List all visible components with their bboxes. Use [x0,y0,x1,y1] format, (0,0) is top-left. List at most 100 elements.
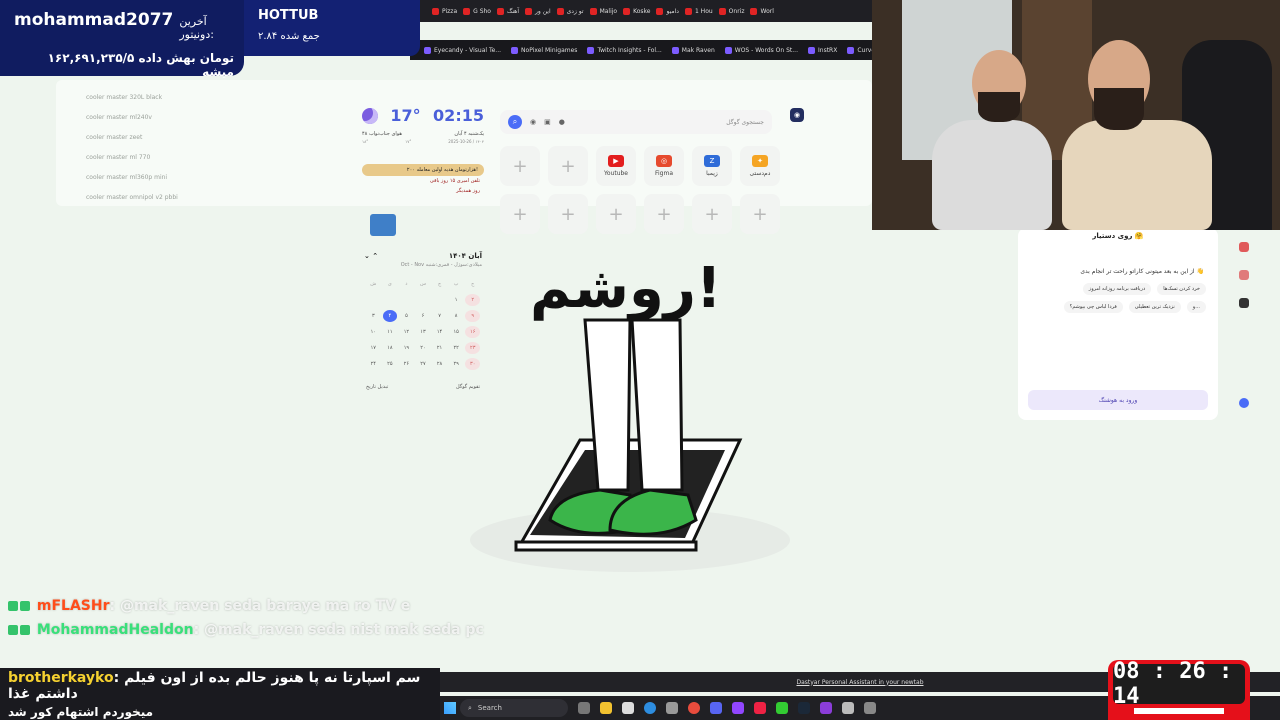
calendar-day[interactable]: ۱۱ [383,326,398,338]
add-shortcut-button[interactable]: + [500,194,540,234]
user-icon[interactable] [1239,398,1249,408]
eye-icon[interactable]: ◉ [790,108,804,122]
shortcut-tile[interactable]: ▶ Youtube [596,146,636,186]
browser-tab[interactable]: دامیو [656,7,679,15]
assistant-chip[interactable]: و... [1186,301,1206,313]
chat-text: میخوردم اشتهام کور شد [8,705,154,719]
calendar-day[interactable]: ۲۷ [416,358,431,370]
assistant-chip[interactable]: خرد کردن تسک‌ها [1157,283,1206,295]
search-bar[interactable]: ⌕ ◉ ▣ ● جستجوی گوگل [500,110,772,134]
obs-icon[interactable] [754,702,766,714]
calendar-nav[interactable]: ⌄ ⌃ [364,252,378,260]
bookmark-icon [424,46,431,54]
assistant-chip[interactable]: نزدیک ترین تعطیلی [1128,301,1181,313]
login-button[interactable]: ورود به هوشنگ [1028,390,1208,410]
bookmark-item[interactable]: WOS - Words On St... [724,46,798,54]
calendar-day[interactable]: ۲۸ [432,358,447,370]
chrome-icon[interactable] [688,702,700,714]
calendar-day[interactable]: ۷ [432,310,447,322]
calendar-day[interactable]: ۲۰ [416,342,431,354]
bookmark-label: WOS - Words On St... [734,46,798,54]
browser-tab[interactable]: Worl [750,7,774,15]
browser-tab[interactable]: Koske [623,7,650,15]
bookmark-label: Curve Fever Pro - 2... [857,46,872,54]
weather-max: ۱۷° [405,139,412,144]
game-icon[interactable] [1239,270,1249,280]
shortcut-tile[interactable]: ✦ دم‌دستی [740,146,780,186]
calendar-day[interactable]: ۳ [366,310,381,322]
assistant-chip[interactable]: دریافت برنامه روزانه امروز [1082,283,1152,295]
settings-icon[interactable] [666,702,678,714]
bookmark-item[interactable]: Mak Raven [671,46,715,54]
bookmark-item[interactable]: Twitch Insights - Fol... [587,46,662,54]
twitch-icon[interactable] [732,702,744,714]
bookmark-item[interactable]: Eyecandy - Visual Te... [424,46,501,54]
calendar-day[interactable]: ۶ [416,310,431,322]
add-shortcut-button[interactable]: + [692,194,732,234]
mic-icon[interactable]: ● [559,118,565,126]
bookmark-item[interactable]: Curve Fever Pro - 2... [847,46,872,54]
calendar-day[interactable]: ۴ [382,310,398,322]
edge-icon[interactable] [644,702,656,714]
event-pill[interactable]: ۲۰۰ هزارتومان هدیه اولین معامله! [362,164,484,176]
calendar-day[interactable]: ۲۱ [432,342,447,354]
calendar-day[interactable]: ۱۰ [366,326,381,338]
calendar-day[interactable]: ۱۳ [416,326,431,338]
browser-tab[interactable]: آهنگ [496,7,519,15]
taskbar-search[interactable]: ⌕ Search [460,699,568,717]
photos-icon[interactable] [842,702,854,714]
calendar-day[interactable]: ۱۲ [399,326,414,338]
calendar-day[interactable]: ۱۹ [399,342,414,354]
shortcut-label: زیمبا [706,170,718,177]
weather-widget: 17° 02:15 هوای جناب‌نواب ۴۸ یک‌شنبه ۴ آب… [356,100,490,236]
bookmark-item[interactable]: InstRX [808,46,837,54]
shortcut-tile[interactable]: ◎ Figma [644,146,684,186]
shortcut-tile[interactable]: Z زیمبا [692,146,732,186]
event-item[interactable]: تلفن امیری ۱۵ روز باقی [356,176,490,186]
calendar-day[interactable]: ۱۸ [383,342,398,354]
ghost-icon[interactable] [1239,298,1249,308]
gear-icon[interactable] [864,702,876,714]
spotify-icon[interactable] [776,702,788,714]
calendar-day[interactable]: ۱۴ [432,326,447,338]
calendar-day[interactable]: ۲۶ [399,358,414,370]
browser-tab[interactable]: Pizza [432,7,457,15]
weather-min: ۱۸° [362,139,369,144]
add-shortcut-button[interactable]: + [548,194,588,234]
calendar-day[interactable]: ۱۷ [366,342,381,354]
add-shortcut-button[interactable]: + [548,146,588,186]
add-shortcut-button[interactable]: + [740,194,780,234]
calendar-day[interactable]: ۲۵ [383,358,398,370]
bookmark-item[interactable]: NoPixel Minigames [511,46,577,54]
add-shortcut-button[interactable]: + [500,146,540,186]
camera-icon[interactable]: ▣ [544,118,551,126]
browser-tab[interactable]: این ور [525,7,551,15]
lens-icon[interactable]: ◉ [530,118,536,126]
calendar-day[interactable]: ۲۴ [366,358,381,370]
search-icon[interactable]: ⌕ [508,115,522,129]
file-explorer-icon[interactable] [600,702,612,714]
add-shortcut-button[interactable]: + [596,194,636,234]
browser-tab[interactable]: Onriz [718,7,744,15]
browser-tab[interactable]: تو زدی [556,7,584,15]
store-icon[interactable] [622,702,634,714]
chat-username: MohammadHealdon [36,622,194,638]
windows-start-icon[interactable] [444,702,456,714]
stream-timer: 08 : 26 : 14 [1108,659,1250,720]
event-item[interactable]: روز همدیگر [356,186,490,196]
add-shortcut-button[interactable]: + [644,194,684,234]
search-input[interactable]: جستجوی گوگل [573,119,764,126]
steam-icon[interactable] [798,702,810,714]
browser-tab[interactable]: Malijo [589,7,617,15]
calendar-day[interactable]: ۵ [399,310,414,322]
taskview-icon[interactable] [578,702,590,714]
apps-icon[interactable] [1239,242,1249,252]
assistant-chip[interactable]: فردا لباس چی بپوشم؟ [1063,301,1123,313]
shortcut-icon: ◎ [656,155,672,167]
browser-tab[interactable]: G Sho [463,7,491,15]
browser-tab[interactable]: 1 Hou [684,7,713,15]
discord-icon[interactable] [710,702,722,714]
convert-date-link[interactable]: تبدیل تاریخ [366,384,388,390]
rider-icon[interactable] [820,702,832,714]
status-link[interactable]: Dastyar Personal Assistant in your newta… [796,679,923,686]
